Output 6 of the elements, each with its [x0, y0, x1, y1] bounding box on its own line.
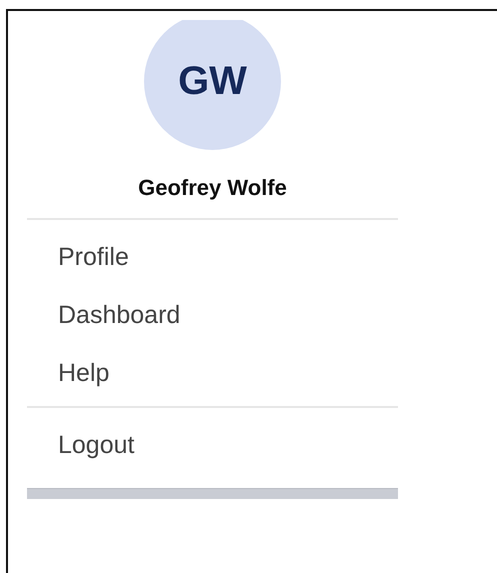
menu-item[interactable]: Profile: [27, 228, 129, 286]
avatar: GW: [144, 20, 281, 150]
menu-item[interactable]: Dashboard: [27, 286, 180, 344]
menu-item[interactable]: Logout: [27, 416, 134, 474]
user-name: Geofrey Wolfe: [137, 174, 288, 202]
menu-item[interactable]: Help: [27, 344, 110, 402]
